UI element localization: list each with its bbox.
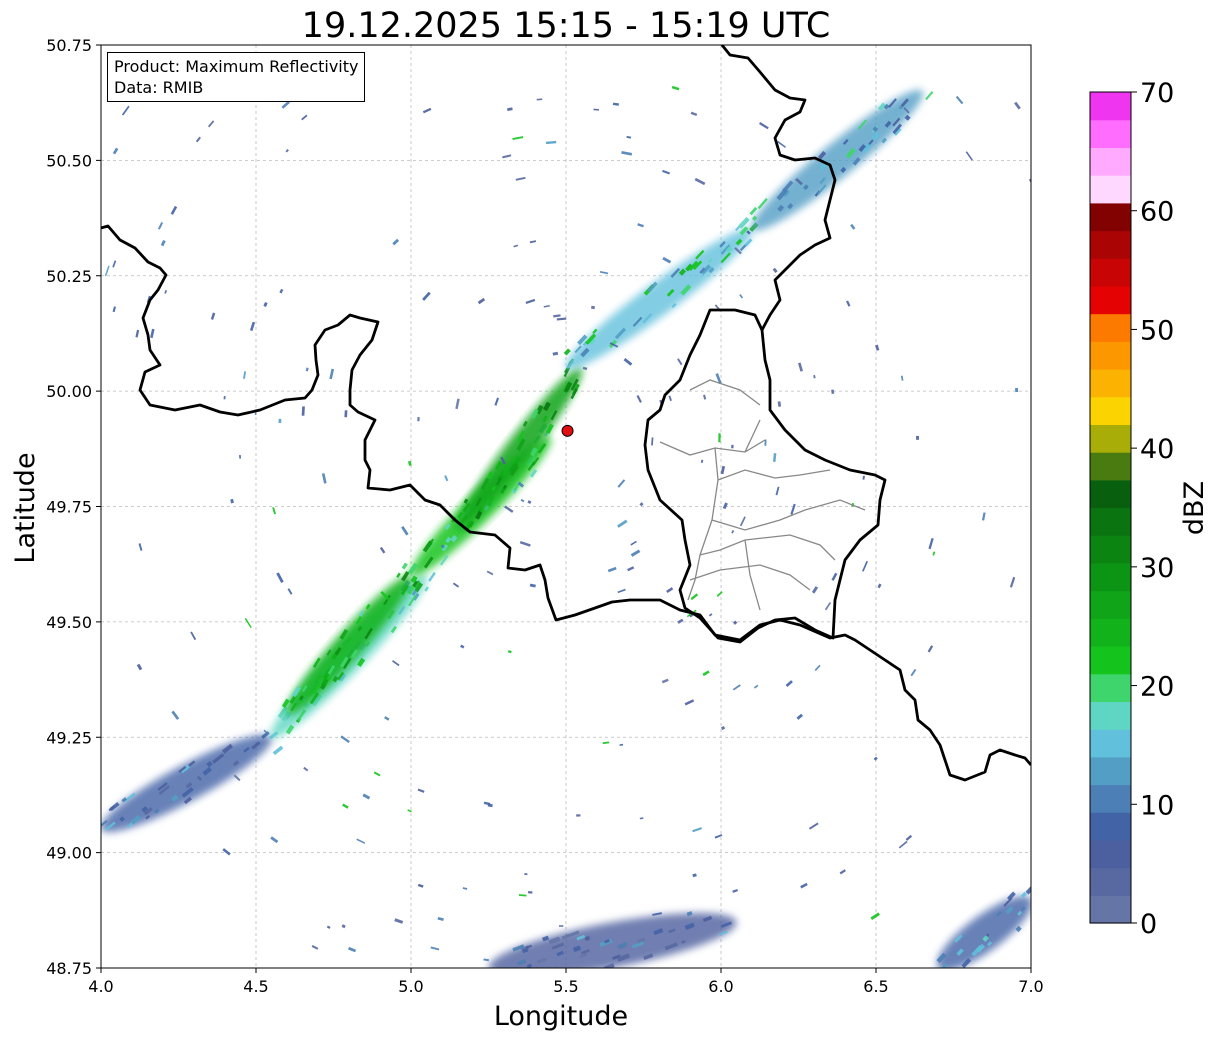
- y-tick-label: 49.25: [46, 728, 92, 747]
- clutter-pixel: [558, 925, 564, 927]
- colorbar-label: dBZ: [1179, 481, 1210, 535]
- colorbar-tick-label: 60: [1140, 197, 1174, 228]
- colorbar-segment: [1090, 175, 1131, 204]
- clutter-pixel: [239, 454, 242, 459]
- x-tick-label: 6.5: [863, 977, 888, 996]
- colorbar-segment: [1090, 618, 1131, 647]
- colorbar-segment: [1090, 562, 1131, 592]
- colorbar-segment: [1090, 839, 1131, 869]
- colorbar-tick-label: 30: [1140, 553, 1174, 584]
- colorbar-segment: [1090, 535, 1131, 564]
- colorbar-segment: [1090, 119, 1131, 148]
- colorbar-segment: [1090, 147, 1131, 176]
- colorbar-segment: [1090, 313, 1131, 342]
- x-tick-label: 4.5: [243, 977, 268, 996]
- colorbar-segment: [1090, 369, 1131, 398]
- colorbar-segment: [1090, 285, 1131, 315]
- x-axis-label: Longitude: [494, 1001, 628, 1032]
- colorbar-segment: [1090, 784, 1131, 813]
- x-axis-ticks: 4.0 4.5 5.0 5.5 6.0 6.5 7.0: [88, 968, 1044, 996]
- radar-site-marker: [561, 424, 574, 437]
- colorbar-segment: [1090, 479, 1131, 509]
- product-label: Product: Maximum Reflectivity: [114, 57, 359, 76]
- echo-pixel: [497, 983, 509, 990]
- clutter-pixel: [344, 410, 348, 418]
- colorbar-segment: [1090, 895, 1131, 924]
- colorbar-segment: [1090, 452, 1131, 481]
- colorbar-segment: [1090, 396, 1131, 425]
- colorbar-segment: [1090, 729, 1131, 758]
- clutter-pixel: [223, 395, 226, 400]
- clutter-pixel: [718, 433, 721, 443]
- x-tick-label: 7.0: [1018, 977, 1043, 996]
- x-tick-label: 4.0: [88, 977, 113, 996]
- x-tick-label: 5.5: [553, 977, 578, 996]
- colorbar-tick-label: 20: [1140, 672, 1174, 703]
- colorbar-tick-label: 50: [1140, 315, 1174, 346]
- y-tick-label: 49.75: [46, 498, 92, 517]
- colorbar-segment: [1090, 701, 1131, 730]
- radar-map-figure: 19.12.2025 15:15 - 15:19 UTC 4.0 4.5 5.0 5.…: [10, 6, 1210, 1032]
- colorbar-segment: [1090, 756, 1131, 786]
- x-tick-label: 5.0: [398, 977, 423, 996]
- colorbar-segment: [1090, 230, 1131, 259]
- y-axis-ticks: 48.75 49.00 49.25 49.50 49.75 50.00 50.25 50.50…: [46, 36, 101, 978]
- y-tick-label: 48.75: [46, 959, 92, 978]
- echo-pixel: [528, 973, 538, 980]
- colorbar-segment: [1090, 590, 1131, 619]
- data-source-label: Data: RMIB: [114, 78, 204, 97]
- clutter-pixel: [524, 873, 528, 876]
- y-tick-label: 50.75: [46, 36, 92, 55]
- product-info-box: Product: Maximum Reflectivity Data: RMIB: [107, 52, 366, 102]
- clutter-pixel: [278, 418, 282, 424]
- chart-title: 19.12.2025 15:15 - 15:19 UTC: [302, 6, 831, 46]
- x-tick-label: 6.0: [708, 977, 733, 996]
- colorbar-segment: [1090, 507, 1131, 536]
- colorbar-ticks: 0 10 20 30 40 50 60 70: [1131, 78, 1174, 940]
- colorbar-segment: [1090, 341, 1131, 370]
- colorbar-tick-label: 70: [1140, 78, 1174, 109]
- colorbar-segment: [1090, 812, 1131, 841]
- y-tick-label: 50.50: [46, 151, 92, 170]
- colorbar-segment: [1090, 867, 1131, 896]
- colorbar-segment: [1090, 92, 1131, 121]
- colorbar-tick-label: 10: [1140, 790, 1174, 821]
- colorbar: [1089, 91, 1132, 924]
- clutter-pixel: [916, 435, 920, 440]
- clutter-pixel: [417, 417, 420, 422]
- clutter-pixel: [576, 814, 581, 817]
- clutter-pixel: [1014, 387, 1019, 393]
- colorbar-segment: [1090, 673, 1131, 702]
- clutter-pixel: [731, 444, 734, 449]
- clutter-pixel: [301, 406, 305, 416]
- y-tick-label: 49.50: [46, 613, 92, 632]
- colorbar-segment: [1090, 424, 1131, 453]
- colorbar-tick-label: 40: [1140, 434, 1174, 465]
- colorbar-tick-label: 0: [1140, 909, 1157, 940]
- colorbar-segment: [1090, 258, 1131, 287]
- colorbar-segment: [1090, 202, 1131, 232]
- y-axis-label: Latitude: [10, 452, 41, 563]
- colorbar-segment: [1090, 646, 1131, 675]
- y-tick-label: 50.00: [46, 382, 92, 401]
- clutter-pixel: [527, 891, 533, 894]
- y-tick-label: 49.00: [46, 844, 92, 863]
- y-tick-label: 50.25: [46, 267, 92, 286]
